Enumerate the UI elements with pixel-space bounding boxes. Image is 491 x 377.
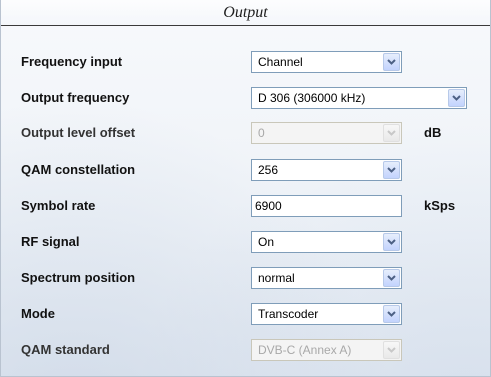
row-output-level-offset: Output level offset 0 dB [1,118,490,148]
output-level-offset-select: 0 [251,122,402,144]
row-qam-constellation: QAM constellation 256 [1,155,490,185]
output-level-offset-label: Output level offset [21,125,136,140]
spectrum-position-label: Spectrum position [21,270,136,285]
chevron-down-icon[interactable] [383,269,400,287]
chevron-down-icon[interactable] [383,305,400,323]
row-qam-standard: QAM standard DVB-C (Annex A) [1,335,490,365]
row-symbol-rate: Symbol rate kSps [1,191,490,221]
row-mode: Mode Transcoder [1,299,490,329]
frequency-input-select[interactable]: Channel [251,51,402,73]
panel-title: Output [1,0,490,26]
chevron-down-icon[interactable] [383,53,400,71]
output-frequency-label: Output frequency [21,90,130,105]
qam-standard-select: DVB-C (Annex A) [251,339,402,361]
row-frequency-input: Frequency input Channel [1,47,490,77]
rf-signal-value: On [258,235,275,249]
mode-label: Mode [21,306,55,321]
output-level-offset-value: 0 [258,126,265,140]
qam-constellation-label: QAM constellation [21,162,136,177]
chevron-down-icon[interactable] [448,89,465,107]
symbol-rate-input[interactable] [251,195,402,217]
spectrum-position-select[interactable]: normal [251,267,402,289]
output-frequency-value: D 306 (306000 kHz) [258,91,366,105]
chevron-down-icon[interactable] [383,161,400,179]
chevron-down-icon [383,124,400,142]
chevron-down-icon[interactable] [383,233,400,251]
mode-select[interactable]: Transcoder [251,303,402,325]
symbol-rate-unit: kSps [424,198,456,213]
mode-value: Transcoder [258,307,319,321]
rf-signal-label: RF signal [21,234,80,249]
qam-standard-value: DVB-C (Annex A) [258,343,352,357]
row-rf-signal: RF signal On [1,227,490,257]
chevron-down-icon [383,341,400,359]
row-output-frequency: Output frequency D 306 (306000 kHz) [1,83,490,113]
frequency-input-label: Frequency input [21,54,123,69]
qam-constellation-select[interactable]: 256 [251,159,402,181]
frequency-input-value: Channel [258,55,303,69]
spectrum-position-value: normal [258,271,295,285]
qam-constellation-value: 256 [258,163,279,177]
output-level-offset-unit: dB [424,125,442,140]
rf-signal-select[interactable]: On [251,231,402,253]
qam-standard-label: QAM standard [21,342,110,357]
output-frequency-select[interactable]: D 306 (306000 kHz) [251,87,467,109]
row-spectrum-position: Spectrum position normal [1,263,490,293]
output-panel: Output Frequency input Channel Output fr… [0,0,491,377]
symbol-rate-label: Symbol rate [21,198,96,213]
